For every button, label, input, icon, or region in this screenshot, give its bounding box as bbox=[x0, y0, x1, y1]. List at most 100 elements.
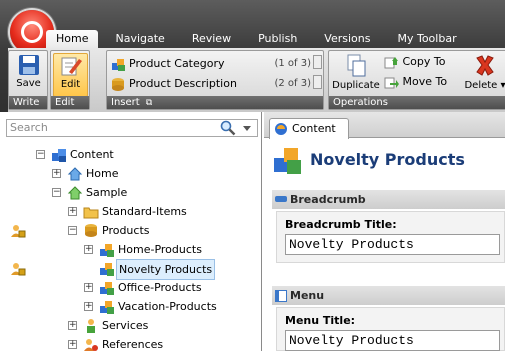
insert-product-description[interactable]: Product Description (2 of 3) bbox=[111, 75, 311, 93]
duplicate-button[interactable]: Duplicate bbox=[332, 53, 380, 91]
application-logo-icon bbox=[21, 21, 43, 43]
save-label: Save bbox=[16, 78, 41, 89]
tree-label-vacation-products: Vacation-Products bbox=[118, 300, 217, 313]
section-title-menu: Menu bbox=[290, 289, 325, 302]
expand-icon[interactable]: + bbox=[84, 245, 93, 254]
tree-label-home-products: Home-Products bbox=[118, 243, 202, 256]
tab-content[interactable]: Content bbox=[269, 118, 349, 139]
tree-label-office-products: Office-Products bbox=[118, 281, 202, 294]
tree-label-content: Content bbox=[70, 148, 114, 161]
expand-icon[interactable]: + bbox=[68, 340, 77, 349]
duplicate-icon bbox=[347, 54, 366, 77]
save-button[interactable]: Save bbox=[12, 53, 45, 89]
operations-group: Duplicate Copy To Move To Delete ▾ Opera… bbox=[328, 50, 505, 110]
section-title-breadcrumb: Breadcrumb bbox=[290, 193, 366, 206]
references-icon bbox=[84, 339, 98, 351]
item-icon bbox=[274, 148, 301, 174]
collapse-icon[interactable]: − bbox=[68, 226, 77, 235]
folder-icon bbox=[83, 207, 99, 219]
product-description-icon bbox=[112, 78, 124, 91]
write-group-label: Write bbox=[9, 96, 47, 109]
delete-button[interactable]: Delete ▾ bbox=[463, 53, 505, 91]
edit-pencil-icon bbox=[61, 57, 82, 76]
sample-icon bbox=[67, 186, 83, 200]
breadcrumb-field: Breadcrumb Title: Novelty Products bbox=[276, 211, 505, 263]
product-category-count: (1 of 3) bbox=[274, 58, 311, 69]
editor-tab-strip: Content bbox=[264, 112, 505, 139]
product-category-icon bbox=[100, 263, 114, 276]
move-to-icon bbox=[384, 77, 399, 88]
operations-group-label: Operations bbox=[329, 96, 505, 109]
move-to-label: Move To bbox=[402, 75, 448, 88]
collapse-icon[interactable]: − bbox=[36, 150, 45, 159]
collapse-icon[interactable]: − bbox=[52, 188, 61, 197]
delete-label-text: Delete bbox=[464, 80, 498, 91]
ribbon-tabs: Home Navigate Review Publish Versions My… bbox=[46, 30, 484, 49]
duplicate-label: Duplicate bbox=[332, 80, 380, 91]
products-icon bbox=[85, 224, 97, 237]
tab-my-toolbar[interactable]: My Toolbar bbox=[397, 30, 456, 48]
menu-title-label: Menu Title: bbox=[285, 314, 356, 327]
content-editor-pane: Content Novelty Products Breadcrumb Brea… bbox=[264, 112, 505, 351]
insert-group: Product Category (1 of 3) Product Descri… bbox=[106, 50, 324, 110]
insert-product-category[interactable]: Product Category (1 of 3) bbox=[111, 55, 311, 73]
services-icon bbox=[87, 319, 95, 333]
tree-label-standard-items: Standard-Items bbox=[102, 205, 187, 218]
home-icon bbox=[67, 167, 83, 181]
content-tab-icon bbox=[275, 123, 287, 135]
delete-x-icon bbox=[476, 55, 494, 76]
copy-to-icon bbox=[384, 56, 398, 68]
expand-icon[interactable]: + bbox=[68, 207, 77, 216]
dialog-launcher-icon[interactable]: ⧉ bbox=[146, 98, 152, 108]
edit-group-label: Edit bbox=[51, 96, 89, 109]
edit-label: Edit bbox=[60, 79, 81, 90]
search-options-caret-icon[interactable] bbox=[243, 126, 251, 131]
expand-icon[interactable]: + bbox=[84, 302, 93, 311]
expand-icon[interactable]: + bbox=[84, 283, 93, 292]
product-description-count: (2 of 3) bbox=[274, 78, 311, 89]
product-category-icon bbox=[112, 59, 125, 71]
menu-field: Menu Title: Novelty Products bbox=[276, 307, 505, 351]
product-category-icon bbox=[100, 244, 114, 257]
move-to-button[interactable]: Move To bbox=[384, 73, 447, 91]
insert-scroll-up[interactable] bbox=[313, 55, 322, 69]
delete-label: Delete ▾ bbox=[464, 80, 505, 91]
tab-home[interactable]: Home bbox=[46, 30, 99, 49]
save-icon bbox=[18, 55, 39, 75]
section-header-breadcrumb[interactable]: Breadcrumb bbox=[272, 190, 505, 209]
search-icon[interactable] bbox=[220, 120, 236, 136]
ribbon: Save Write Edit Edit Product Category (1… bbox=[8, 48, 505, 112]
menu-section-icon bbox=[275, 290, 287, 302]
edit-button[interactable]: Edit bbox=[53, 53, 88, 97]
expand-icon[interactable]: + bbox=[68, 321, 77, 330]
insert-group-label-text: Insert bbox=[111, 97, 140, 108]
product-category-icon bbox=[100, 282, 114, 295]
tree-label-home: Home bbox=[86, 167, 119, 180]
write-group: Save Write bbox=[8, 50, 48, 110]
breadcrumb-title-input[interactable]: Novelty Products bbox=[285, 234, 500, 255]
copy-to-label: Copy To bbox=[402, 55, 446, 68]
locked-by-user-icon bbox=[11, 225, 26, 238]
product-category-label: Product Category bbox=[129, 57, 225, 70]
tree-label-services: Services bbox=[102, 319, 149, 332]
tab-navigate[interactable]: Navigate bbox=[115, 30, 164, 48]
tab-review[interactable]: Review bbox=[192, 30, 231, 48]
tab-publish[interactable]: Publish bbox=[258, 30, 297, 48]
tree-label-products: Products bbox=[102, 224, 150, 237]
menu-title-input[interactable]: Novelty Products bbox=[285, 330, 500, 351]
expand-icon[interactable]: + bbox=[52, 169, 61, 178]
insert-scroll-down[interactable] bbox=[313, 75, 322, 89]
breadcrumb-section-icon bbox=[275, 196, 287, 202]
tree-label-sample: Sample bbox=[86, 186, 128, 199]
product-description-label: Product Description bbox=[129, 77, 237, 90]
section-header-menu[interactable]: Menu bbox=[272, 286, 505, 305]
content-tab-label: Content bbox=[292, 122, 336, 135]
tab-versions[interactable]: Versions bbox=[324, 30, 370, 48]
item-title: Novelty Products bbox=[310, 150, 465, 169]
copy-to-button[interactable]: Copy To bbox=[384, 53, 445, 71]
edit-group: Edit Edit bbox=[50, 50, 90, 110]
content-tree-pane: Search − Content + Home − Sample + Stand… bbox=[0, 112, 262, 351]
insert-group-label: Insert ⧉ bbox=[107, 96, 323, 109]
tree-label-references: References bbox=[102, 338, 164, 351]
breadcrumb-title-label: Breadcrumb Title: bbox=[285, 218, 397, 231]
